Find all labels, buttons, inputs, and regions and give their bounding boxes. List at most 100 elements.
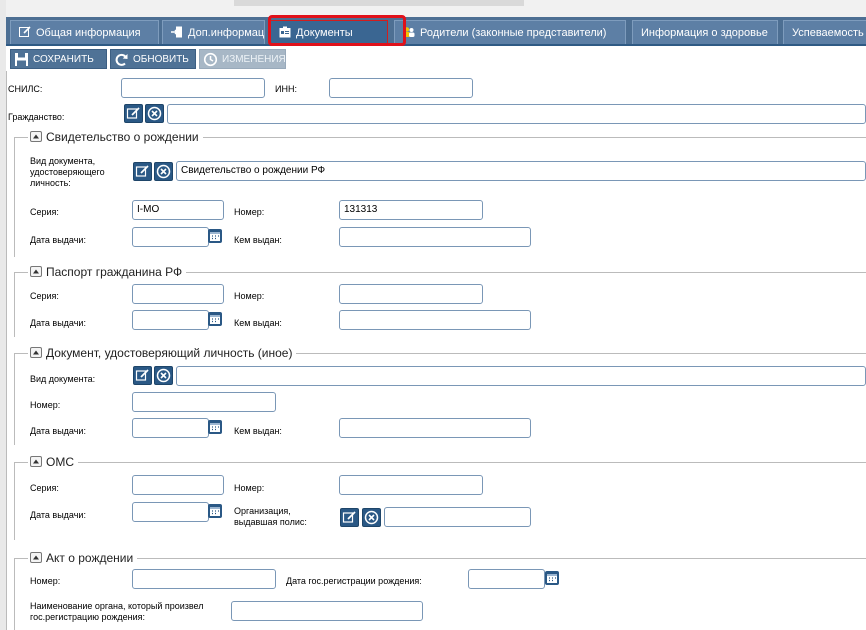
other-issued-by-label: Кем выдан:: [234, 426, 282, 436]
tab-parents[interactable]: Родители (законные представители): [394, 20, 626, 44]
other-number-input[interactable]: [132, 392, 276, 412]
oms-issue-date-label: Дата выдачи:: [30, 510, 86, 520]
birth-issued-by-input[interactable]: [339, 227, 531, 247]
clear-icon: [146, 105, 163, 122]
calendar-icon: [208, 229, 222, 243]
other-id-legend[interactable]: Документ, удостоверяющий личность (иное): [28, 346, 297, 360]
clear-icon: [363, 509, 380, 526]
collapse-icon: [30, 131, 42, 143]
other-issued-by-input[interactable]: [339, 418, 531, 438]
birth-act-legend[interactable]: Акт о рождении: [28, 551, 138, 565]
tab-progress[interactable]: Успеваемость: [783, 20, 866, 44]
collapse-icon: [30, 552, 42, 564]
oms-issue-date-calendar-button[interactable]: [208, 504, 222, 518]
birth-doc-type-edit-button[interactable]: [133, 162, 152, 181]
tab-general-info[interactable]: Общая информация: [10, 20, 159, 44]
save-icon: [14, 52, 29, 67]
history-icon: [203, 52, 218, 67]
passport-series-label: Серия:: [30, 291, 59, 301]
tab-health-info[interactable]: Информация о здоровье: [632, 20, 778, 44]
birth-act-authority-label: Наименование органа, который произвел го…: [30, 601, 204, 622]
edit-icon: [125, 105, 142, 122]
oms-issue-date-input[interactable]: [132, 502, 209, 522]
calendar-icon: [208, 504, 222, 518]
birth-series-input[interactable]: I-МО: [132, 200, 224, 220]
save-button[interactable]: СОХРАНИТЬ: [10, 49, 107, 69]
oms-series-input[interactable]: [132, 475, 224, 495]
birth-doc-type-input[interactable]: Свидетельство о рождении РФ: [176, 161, 866, 181]
birth-act-reg-date-input[interactable]: [468, 569, 545, 589]
collapse-icon: [30, 347, 42, 359]
passport-issue-date-label: Дата выдачи:: [30, 318, 86, 328]
collapse-icon: [30, 266, 42, 278]
edit-icon: [134, 367, 151, 384]
birth-issue-date-calendar-button[interactable]: [208, 229, 222, 243]
oms-section: [14, 462, 866, 540]
top-strip: [6, 0, 866, 17]
other-doc-type-edit-button[interactable]: [133, 366, 152, 385]
birth-issue-date-input[interactable]: [132, 227, 209, 247]
birth-act-reg-date-label: Дата гос.регистрации рождения:: [286, 576, 422, 586]
passport-legend[interactable]: Паспорт гражданина РФ: [28, 265, 187, 279]
inn-input[interactable]: [329, 78, 473, 98]
edit-icon: [341, 509, 358, 526]
citizenship-edit-button[interactable]: [124, 104, 143, 123]
passport-issue-date-calendar-button[interactable]: [208, 312, 222, 326]
citizenship-label: Гражданство:: [8, 112, 65, 122]
active-tab-highlight: [268, 15, 406, 46]
passport-issued-by-input[interactable]: [339, 310, 531, 330]
other-doc-type-label: Вид документа:: [30, 374, 96, 384]
clear-icon: [155, 367, 172, 384]
birth-issued-by-label: Кем выдан:: [234, 235, 282, 245]
passport-number-input[interactable]: [339, 284, 483, 304]
other-issue-date-calendar-button[interactable]: [208, 420, 222, 434]
passport-issue-date-input[interactable]: [132, 310, 209, 330]
refresh-button[interactable]: ОБНОВИТЬ: [110, 49, 196, 69]
changes-button[interactable]: ИЗМЕНЕНИЯ: [199, 49, 286, 69]
oms-legend[interactable]: ОМС: [28, 455, 78, 469]
oms-series-label: Серия:: [30, 483, 59, 493]
birth-issue-date-label: Дата выдачи:: [30, 235, 86, 245]
other-issue-date-label: Дата выдачи:: [30, 426, 86, 436]
toolbar: СОХРАНИТЬ ОБНОВИТЬ ИЗМЕНЕНИЯ: [6, 47, 866, 71]
calendar-icon: [208, 420, 222, 434]
oms-org-clear-button[interactable]: [362, 508, 381, 527]
snils-label: СНИЛС:: [8, 84, 43, 94]
birth-act-reg-date-calendar-button[interactable]: [545, 571, 559, 585]
refresh-icon: [114, 52, 129, 67]
oms-number-input[interactable]: [339, 475, 483, 495]
calendar-icon: [208, 312, 222, 326]
tab-additional-info[interactable]: Доп.информация: [162, 20, 265, 44]
birth-doc-type-clear-button[interactable]: [154, 162, 173, 181]
citizenship-clear-button[interactable]: [145, 104, 164, 123]
birth-act-number-input[interactable]: [132, 569, 276, 589]
citizenship-input[interactable]: [167, 104, 866, 124]
birth-act-authority-input[interactable]: [231, 601, 423, 621]
other-doc-type-input[interactable]: [176, 366, 866, 386]
passport-issued-by-label: Кем выдан:: [234, 318, 282, 328]
other-number-label: Номер:: [30, 400, 61, 410]
clear-icon: [155, 163, 172, 180]
snils-input[interactable]: [121, 78, 265, 98]
calendar-icon: [545, 571, 559, 585]
birth-doc-type-label: Вид документа, удостоверяющего личность:: [30, 156, 105, 188]
edit-icon: [134, 163, 151, 180]
oms-org-label: Организация, выдавшая полис:: [234, 506, 307, 527]
passport-series-input[interactable]: [132, 284, 224, 304]
birth-number-input[interactable]: 131313: [339, 200, 483, 220]
import-icon: [171, 26, 183, 38]
tab-bar: Общая информация Доп.информация Документ…: [6, 17, 866, 46]
birth-series-label: Серия:: [30, 207, 59, 217]
birth-number-label: Номер:: [234, 207, 265, 217]
collapse-icon: [30, 456, 42, 468]
inn-label: ИНН:: [275, 84, 297, 94]
oms-number-label: Номер:: [234, 483, 265, 493]
oms-org-edit-button[interactable]: [340, 508, 359, 527]
edit-icon: [19, 26, 31, 38]
oms-org-input[interactable]: [384, 507, 531, 527]
other-issue-date-input[interactable]: [132, 418, 209, 438]
birth-act-number-label: Номер:: [30, 576, 61, 586]
birth-certificate-legend[interactable]: Свидетельство о рождении: [28, 130, 203, 144]
other-doc-type-clear-button[interactable]: [154, 366, 173, 385]
passport-number-label: Номер:: [234, 291, 265, 301]
